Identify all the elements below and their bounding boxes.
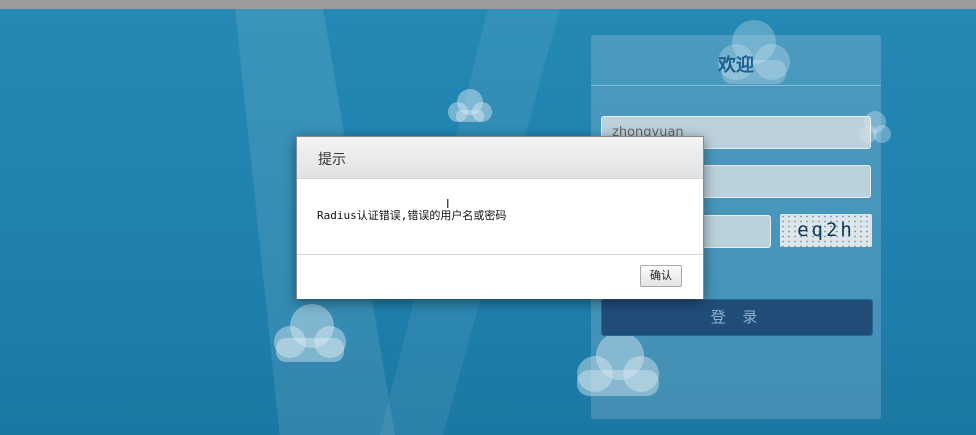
dialog-message: Radius认证错误,错误的用户名或密码 — [317, 209, 507, 222]
cloud-icon — [272, 302, 348, 364]
text-cursor-icon: I — [446, 197, 450, 211]
captcha-image[interactable]: eq2h — [780, 214, 872, 247]
login-button[interactable]: 登 录 — [601, 299, 873, 336]
top-bar — [0, 0, 976, 9]
confirm-button[interactable]: 确认 — [640, 265, 682, 287]
dialog-body: Radius认证错误,错误的用户名或密码 I — [297, 179, 703, 254]
cloud-icon — [446, 86, 494, 126]
captcha-text: eq2h — [797, 219, 855, 241]
panel-title: 欢迎 — [718, 55, 754, 76]
dialog-footer: 确认 — [297, 254, 703, 299]
dialog-title: 提示 — [318, 152, 346, 168]
alert-dialog: 提示 Radius认证错误,错误的用户名或密码 I 确认 — [296, 136, 704, 299]
panel-header: 欢迎 — [591, 35, 881, 86]
dialog-header: 提示 — [297, 137, 703, 179]
